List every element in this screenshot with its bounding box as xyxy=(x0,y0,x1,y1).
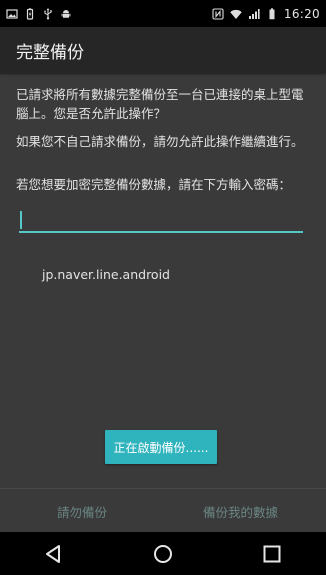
backup-request-message: 已請求將所有數據完整備份至一台已連接的桌上型電腦上。您是否允許此操作？ xyxy=(16,87,304,121)
signal-icon xyxy=(248,8,260,19)
dialog-action-bar: 請勿備份 備份我的數據 xyxy=(0,488,326,533)
allow-backup-button[interactable]: 備份我的數據 xyxy=(203,502,278,521)
battery-saver-icon xyxy=(26,7,34,20)
battery-icon xyxy=(269,7,275,19)
backup-screen: 16:20 完整備份 已請求將所有數據完整備份至一台已連接的桌上型電腦上。您是否… xyxy=(0,0,326,575)
status-bar-left xyxy=(0,7,78,20)
back-icon xyxy=(46,544,61,563)
status-bar-right: 16:20 xyxy=(206,7,326,21)
status-time: 16:20 xyxy=(283,6,320,21)
password-field-wrapper xyxy=(19,207,303,235)
dialog-content: 已請求將所有數據完整備份至一台已連接的桌上型電腦上。您是否允許此操作？ 如果您不… xyxy=(0,73,326,488)
starting-backup-button[interactable]: 正在啟動備份...... xyxy=(105,430,217,464)
android-icon xyxy=(61,9,71,18)
title-bar: 完整備份 xyxy=(0,27,326,73)
navigation-bar xyxy=(0,532,326,575)
nfc-icon xyxy=(212,7,224,20)
text-cursor xyxy=(20,211,22,229)
backup-warning-message: 如果您不自己請求備份，請勿允許此操作繼續進行。 xyxy=(16,134,304,149)
recent-apps-icon xyxy=(263,545,281,562)
back-button[interactable] xyxy=(24,532,84,575)
password-input[interactable] xyxy=(19,207,303,233)
wifi-icon xyxy=(230,9,242,19)
recent-apps-button[interactable] xyxy=(242,532,302,575)
encryption-prompt: 若您想要加密完整備份數據，請在下方輸入密碼： xyxy=(16,177,292,192)
deny-backup-button[interactable]: 請勿備份 xyxy=(57,502,107,521)
status-bar: 16:20 xyxy=(0,0,326,27)
home-button[interactable] xyxy=(133,532,193,575)
package-name: jp.naver.line.android xyxy=(42,267,170,282)
home-icon xyxy=(153,544,172,563)
usb-icon xyxy=(44,7,52,19)
page-title: 完整備份 xyxy=(16,42,84,63)
gallery-icon xyxy=(6,8,18,19)
